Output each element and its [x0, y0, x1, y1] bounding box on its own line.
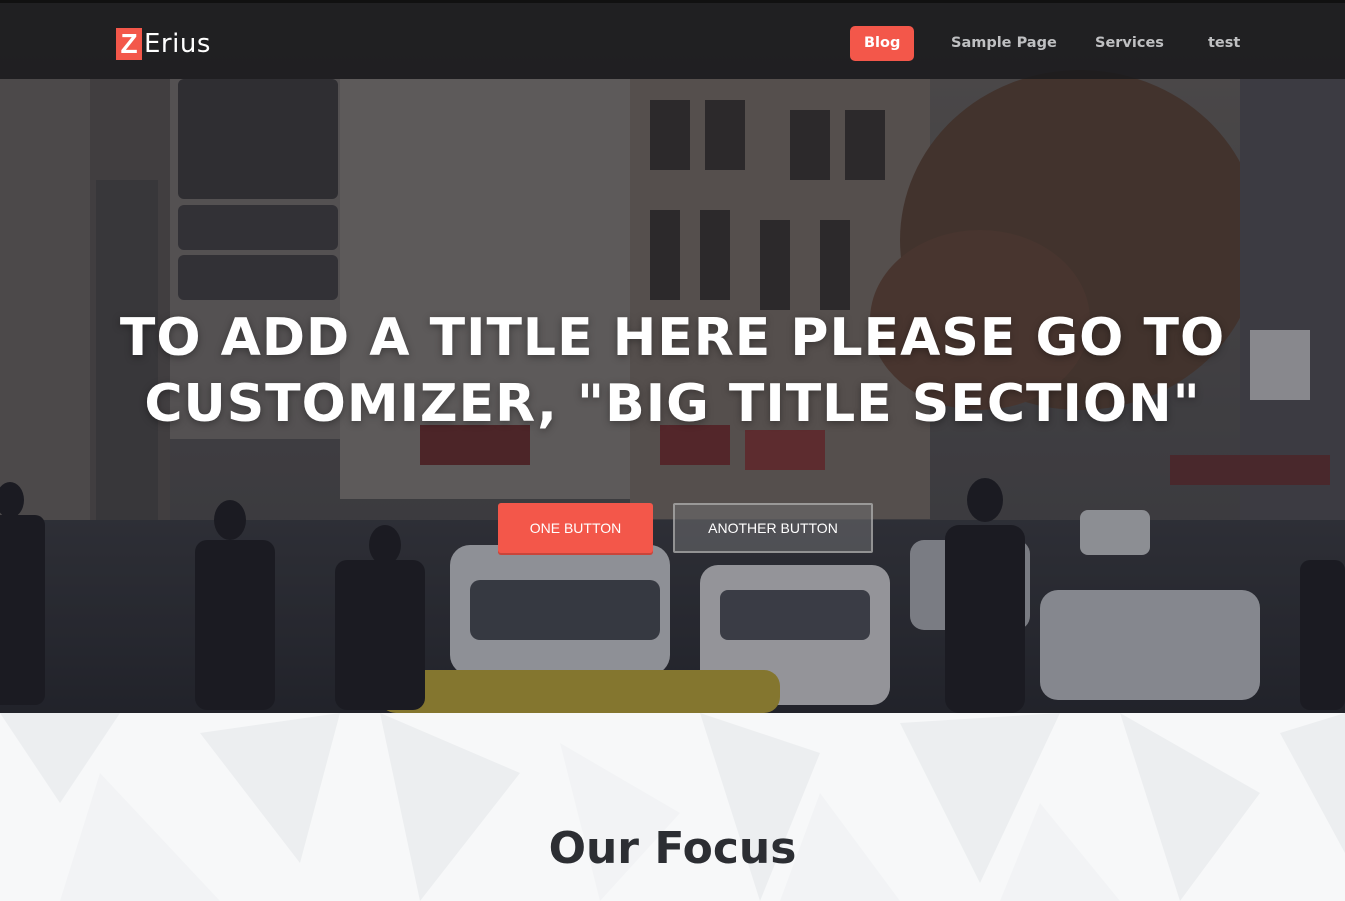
hero-title-line-1: TO ADD A TITLE HERE PLEASE GO TO — [119, 308, 1226, 368]
site-logo[interactable]: Z Erius — [116, 27, 211, 61]
logo-text: Erius — [144, 29, 211, 59]
nav-item-sample-page[interactable]: Sample Page — [951, 26, 1057, 61]
focus-section: Our Focus — [0, 713, 1345, 901]
nav-item-test[interactable]: test — [1208, 26, 1240, 61]
hero-title-line-2: CUSTOMIZER, "BIG TITLE SECTION" — [144, 374, 1201, 434]
hero-section: TO ADD A TITLE HERE PLEASE GO TO CUSTOMI… — [0, 0, 1345, 713]
another-button[interactable]: ANOTHER BUTTON — [673, 503, 873, 553]
logo-mark: Z — [116, 28, 142, 60]
nav-item-blog[interactable]: Blog — [850, 26, 915, 61]
section-title-our-focus: Our Focus — [548, 823, 797, 874]
nav-item-services[interactable]: Services — [1095, 26, 1164, 61]
one-button[interactable]: ONE BUTTON — [498, 503, 653, 553]
top-navbar: Z Erius Blog Sample Page Services test — [0, 0, 1345, 79]
hero-title: TO ADD A TITLE HERE PLEASE GO TO CUSTOMI… — [0, 305, 1345, 437]
